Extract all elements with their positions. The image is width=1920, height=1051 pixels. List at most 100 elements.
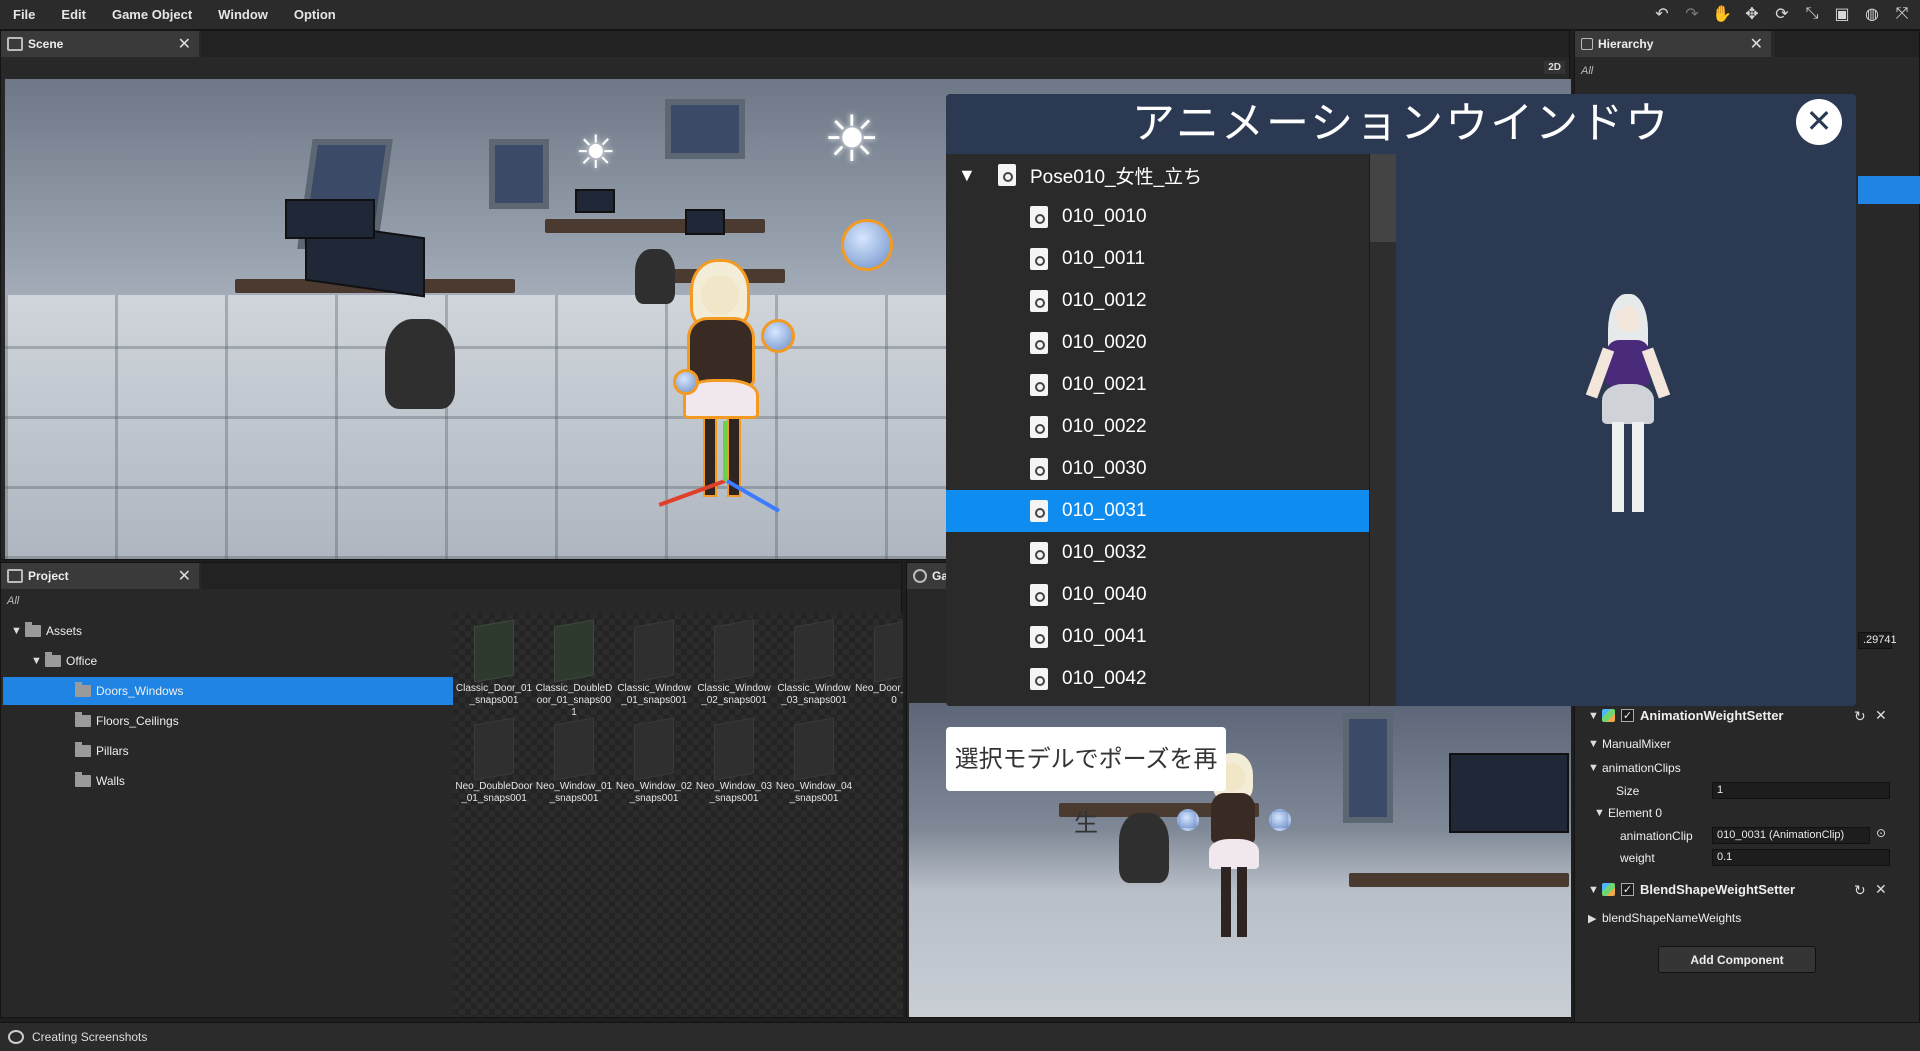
reset-icon[interactable]: ↻ bbox=[1854, 882, 1866, 899]
expand-triangle-icon[interactable]: ▼ bbox=[1588, 762, 1602, 774]
scene-tab[interactable]: Scene ✕ bbox=[1, 31, 199, 57]
monitor bbox=[1449, 753, 1569, 833]
menu-window[interactable]: Window bbox=[205, 7, 281, 22]
asset-item[interactable]: Classic_Window_03_snaps001 bbox=[775, 619, 853, 707]
tooltip: 選択モデルでポーズを再生 bbox=[946, 727, 1226, 837]
close-icon[interactable]: ✕ bbox=[1740, 34, 1763, 54]
object-picker-icon[interactable]: ⊙ bbox=[1876, 826, 1886, 840]
tree-item-walls[interactable]: Walls bbox=[1, 767, 453, 795]
expand-triangle-icon[interactable]: ▼ bbox=[31, 655, 45, 667]
asset-item[interactable]: Neo_DoubleDoor_01_snaps001 bbox=[455, 717, 533, 805]
animation-clip-row[interactable]: 010_0030 bbox=[946, 448, 1369, 490]
element0-row[interactable]: ▼ Element 0 bbox=[1594, 806, 1662, 820]
close-icon[interactable]: ✕ bbox=[1796, 99, 1842, 145]
animation-clip-row[interactable]: 010_0010 bbox=[946, 196, 1369, 238]
menu-game-object[interactable]: Game Object bbox=[99, 7, 205, 22]
tree-item-assets[interactable]: ▼ Assets bbox=[1, 617, 453, 645]
move-icon[interactable]: ✥ bbox=[1742, 4, 1762, 24]
gizmo-y-axis[interactable] bbox=[723, 421, 727, 481]
enabled-checkbox[interactable]: ✓ bbox=[1621, 709, 1634, 722]
expand-triangle-icon[interactable]: ▼ bbox=[1588, 738, 1602, 750]
blendshape-names-row[interactable]: ▶ blendShapeNameWeights bbox=[1588, 911, 1741, 925]
tree-item-floors-ceilings[interactable]: Floors_Ceilings bbox=[1, 707, 453, 735]
hierarchy-search[interactable]: All bbox=[1581, 65, 1593, 77]
animation-clip-row[interactable]: 010_0011 bbox=[946, 238, 1369, 280]
animation-clip-row[interactable]: 010_0040 bbox=[946, 574, 1369, 616]
animation-clip-row[interactable]: 010_0020 bbox=[946, 322, 1369, 364]
animation-list-scrollbar[interactable] bbox=[1370, 154, 1396, 706]
toggle-2d-button[interactable]: 2D bbox=[1544, 61, 1565, 74]
asset-item[interactable]: Neo_Door_snaps0 bbox=[855, 619, 903, 707]
tree-item-pillars[interactable]: Pillars bbox=[1, 737, 453, 765]
project-search[interactable]: All bbox=[7, 595, 19, 607]
remove-icon[interactable]: ✕ bbox=[1875, 881, 1887, 898]
transform-icon[interactable]: ⤧ bbox=[1892, 4, 1912, 24]
project-tab[interactable]: Project ✕ bbox=[1, 563, 199, 589]
weight-field[interactable]: 0.1 bbox=[1712, 849, 1890, 866]
manual-mixer-row[interactable]: ▼ ManualMixer bbox=[1588, 737, 1671, 751]
expand-triangle-icon[interactable]: ▼ bbox=[958, 165, 998, 186]
expand-triangle-icon[interactable]: ▼ bbox=[11, 625, 25, 637]
asset-item[interactable]: Neo_Window_01_snaps001 bbox=[535, 717, 613, 805]
hand-icon[interactable]: ✋ bbox=[1712, 4, 1732, 24]
animation-clip-row[interactable]: 010_0032 bbox=[946, 532, 1369, 574]
globe-icon[interactable]: ◍ bbox=[1862, 4, 1882, 24]
animation-clips-row[interactable]: ▼ animationClips bbox=[1588, 761, 1681, 775]
size-field[interactable]: 1 bbox=[1712, 782, 1890, 799]
scale-icon[interactable]: ⤡ bbox=[1802, 4, 1822, 24]
asset-item[interactable]: Neo_Window_04_snaps001 bbox=[775, 717, 853, 805]
expand-triangle-icon[interactable]: ▼ bbox=[1588, 710, 1602, 722]
animation-clip-field[interactable]: 010_0031 (AnimationClip) bbox=[1712, 827, 1870, 844]
expand-triangle-icon[interactable]: ▼ bbox=[1594, 807, 1608, 819]
animation-root-row[interactable]: ▼ Pose010_女性_立ち bbox=[946, 154, 1369, 196]
blendshape-weight-setter-header[interactable]: ▼ ✓ BlendShapeWeightSetter bbox=[1588, 882, 1795, 897]
expand-triangle-icon[interactable]: ▼ bbox=[1588, 884, 1602, 896]
folder-icon bbox=[75, 772, 91, 787]
rotate-icon[interactable]: ⟳ bbox=[1772, 4, 1792, 24]
asset-item[interactable]: Neo_Window_02_snaps001 bbox=[615, 717, 693, 805]
component-title: BlendShapeWeightSetter bbox=[1640, 882, 1796, 897]
animation-clip-row[interactable]: 010_0012 bbox=[946, 280, 1369, 322]
asset-item[interactable]: Classic_Window_01_snaps001 bbox=[615, 619, 693, 707]
animation-clip-row[interactable]: 010_0041 bbox=[946, 616, 1369, 658]
close-icon[interactable]: ✕ bbox=[168, 566, 191, 586]
enabled-checkbox[interactable]: ✓ bbox=[1621, 883, 1634, 896]
animation-clip-row[interactable]: 010_0042 bbox=[946, 658, 1369, 700]
remove-icon[interactable]: ✕ bbox=[1875, 707, 1887, 724]
light-icon[interactable]: ☀ bbox=[575, 129, 616, 175]
hierarchy-tab[interactable]: Hierarchy ✕ bbox=[1575, 31, 1771, 57]
hierarchy-selected-row[interactable] bbox=[1858, 176, 1920, 204]
ik-target-orb[interactable] bbox=[1177, 809, 1199, 831]
ik-target-orb[interactable] bbox=[761, 319, 795, 353]
reset-icon[interactable]: ↻ bbox=[1854, 708, 1866, 725]
asset-item[interactable]: Classic_DoubleDoor_01_snaps001 bbox=[535, 619, 613, 719]
add-component-button[interactable]: Add Component bbox=[1658, 946, 1816, 973]
animation-clip-row[interactable]: 010_0021 bbox=[946, 364, 1369, 406]
redo-icon[interactable]: ↷ bbox=[1682, 4, 1702, 24]
undo-icon[interactable]: ↶ bbox=[1652, 4, 1672, 24]
collapse-triangle-icon[interactable]: ▶ bbox=[1588, 912, 1602, 925]
scrollbar-thumb[interactable] bbox=[1370, 154, 1396, 242]
ik-target-orb[interactable] bbox=[1269, 809, 1291, 831]
menu-option[interactable]: Option bbox=[281, 7, 349, 22]
asset-item[interactable]: Classic_Door_01_snaps001 bbox=[455, 619, 533, 707]
animation-weight-setter-header[interactable]: ▼ ✓ AnimationWeightSetter bbox=[1588, 708, 1784, 723]
close-icon[interactable]: ✕ bbox=[168, 34, 191, 54]
light-icon[interactable]: ☀ bbox=[823, 107, 880, 171]
tree-item-office[interactable]: ▼ Office bbox=[1, 647, 453, 675]
animation-clip-icon bbox=[1030, 542, 1048, 564]
animation-clip-row[interactable]: 010_0022 bbox=[946, 406, 1369, 448]
menu-file[interactable]: File bbox=[0, 7, 48, 22]
element0-label: Element 0 bbox=[1608, 806, 1663, 820]
menu-edit[interactable]: Edit bbox=[48, 7, 99, 22]
truncated-field[interactable]: .29741 bbox=[1858, 632, 1897, 649]
ik-target-orb[interactable] bbox=[673, 369, 699, 395]
asset-item[interactable]: Neo_Window_03_snaps001 bbox=[695, 717, 773, 805]
animation-clip-row-selected[interactable]: 010_0031 bbox=[946, 490, 1369, 532]
rect-icon[interactable]: ▣ bbox=[1832, 4, 1852, 24]
ik-target-orb[interactable] bbox=[841, 219, 893, 271]
size-row: Size bbox=[1616, 784, 1639, 798]
asset-item[interactable]: Classic_Window_02_snaps001 bbox=[695, 619, 773, 707]
tree-item-doors-windows[interactable]: Doors_Windows bbox=[3, 677, 453, 705]
asset-thumbnail bbox=[714, 619, 754, 683]
